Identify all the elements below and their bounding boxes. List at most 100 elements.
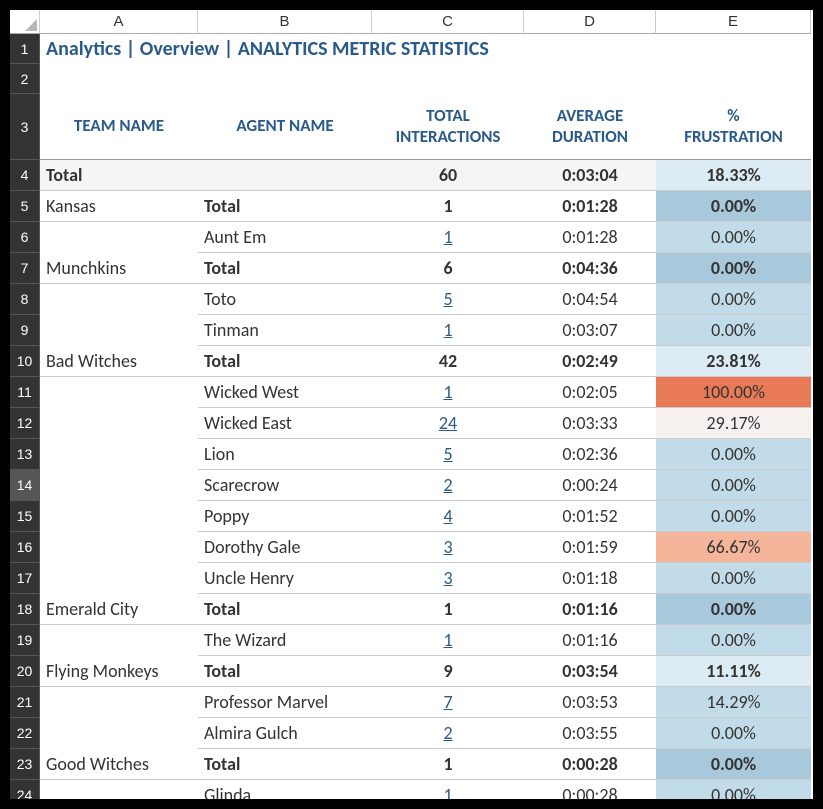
row-header-15[interactable]: 15 [10, 501, 40, 532]
cell-duration[interactable]: 0:02:05 [524, 377, 656, 408]
cell-duration[interactable]: 0:01:52 [524, 501, 656, 532]
header-frustration[interactable]: %FRUSTRATION [656, 94, 811, 160]
cell-interactions[interactable]: 42 [372, 346, 524, 377]
cell-interactions[interactable]: 24 [372, 408, 524, 439]
cell-duration[interactable]: 0:03:07 [524, 315, 656, 346]
cell-duration[interactable]: 0:01:16 [524, 594, 656, 625]
cell-frustration[interactable]: 18.33% [656, 160, 811, 191]
col-header-E[interactable]: E [656, 10, 811, 34]
col-header-C[interactable]: C [372, 10, 524, 34]
col-header-A[interactable]: A [40, 10, 198, 34]
cell-frustration[interactable]: 0.00% [656, 749, 811, 780]
row-header-21[interactable]: 21 [10, 687, 40, 718]
row-header-23[interactable]: 23 [10, 749, 40, 780]
cell-agent[interactable]: Total [198, 656, 372, 687]
cell-interactions[interactable]: 1 [372, 749, 524, 780]
cell-interactions[interactable]: 7 [372, 687, 524, 718]
interactions-link[interactable]: 1 [443, 381, 452, 403]
cell-team[interactable] [40, 687, 198, 718]
cell-team[interactable] [40, 532, 198, 563]
cell-duration[interactable]: 0:00:24 [524, 470, 656, 501]
cell-frustration[interactable]: 0.00% [656, 439, 811, 470]
row-header-4[interactable]: 4 [10, 160, 40, 191]
cell-frustration[interactable]: 14.29% [656, 687, 811, 718]
cell-frustration[interactable]: 66.67% [656, 532, 811, 563]
cell-interactions[interactable]: 5 [372, 284, 524, 315]
cell-duration[interactable]: 0:01:28 [524, 222, 656, 253]
cell-team[interactable] [40, 222, 198, 253]
cell-duration[interactable]: 0:00:28 [524, 780, 656, 799]
cell-interactions[interactable]: 4 [372, 501, 524, 532]
col-header-D[interactable]: D [524, 10, 656, 34]
row-header-5[interactable]: 5 [10, 191, 40, 222]
cell-team[interactable] [40, 315, 198, 346]
cell-frustration[interactable]: 0.00% [656, 501, 811, 532]
cell-agent[interactable]: Lion [198, 439, 372, 470]
cell-team[interactable]: Emerald City [40, 594, 198, 625]
cell-duration[interactable]: 0:03:33 [524, 408, 656, 439]
empty-cell[interactable] [372, 64, 524, 94]
cell-team[interactable] [40, 718, 198, 749]
row-header-20[interactable]: 20 [10, 656, 40, 687]
cell-duration[interactable]: 0:03:55 [524, 718, 656, 749]
interactions-link[interactable]: 7 [443, 691, 452, 713]
cell-team[interactable] [40, 377, 198, 408]
interactions-link[interactable]: 2 [443, 474, 452, 496]
row-header-8[interactable]: 8 [10, 284, 40, 315]
cell-duration[interactable]: 0:03:54 [524, 656, 656, 687]
cell-agent[interactable]: Aunt Em [198, 222, 372, 253]
row-header-10[interactable]: 10 [10, 346, 40, 377]
cell-duration[interactable]: 0:02:49 [524, 346, 656, 377]
empty-cell[interactable] [40, 64, 198, 94]
interactions-link[interactable]: 2 [443, 722, 452, 744]
cell-interactions[interactable]: 1 [372, 625, 524, 656]
cell-frustration[interactable]: 0.00% [656, 284, 811, 315]
cell-duration[interactable]: 0:01:59 [524, 532, 656, 563]
cell-interactions[interactable]: 5 [372, 439, 524, 470]
row-header-2[interactable]: 2 [10, 64, 40, 94]
cell-agent[interactable]: Toto [198, 284, 372, 315]
row-header-14[interactable]: 14 [10, 470, 40, 501]
cell-duration[interactable]: 0:01:18 [524, 563, 656, 594]
row-header-17[interactable]: 17 [10, 563, 40, 594]
cell-agent[interactable]: Dorothy Gale [198, 532, 372, 563]
row-header-9[interactable]: 9 [10, 315, 40, 346]
cell-team[interactable] [40, 408, 198, 439]
empty-cell[interactable] [656, 64, 811, 94]
cell-frustration[interactable]: 0.00% [656, 315, 811, 346]
cell-agent[interactable]: Total [198, 594, 372, 625]
cell-duration[interactable]: 0:04:36 [524, 253, 656, 284]
cell-team[interactable] [40, 439, 198, 470]
cell-team[interactable]: Bad Witches [40, 346, 198, 377]
cell-team[interactable]: Total [40, 160, 198, 191]
cell-agent[interactable]: Total [198, 253, 372, 284]
cell-interactions[interactable]: 1 [372, 222, 524, 253]
cell-agent[interactable]: Tinman [198, 315, 372, 346]
cell-interactions[interactable]: 1 [372, 315, 524, 346]
col-header-B[interactable]: B [198, 10, 372, 34]
cell-agent[interactable] [198, 160, 372, 191]
row-header-19[interactable]: 19 [10, 625, 40, 656]
cell-agent[interactable]: Scarecrow [198, 470, 372, 501]
cell-team[interactable] [40, 470, 198, 501]
cell-duration[interactable]: 0:01:28 [524, 191, 656, 222]
cell-agent[interactable]: Total [198, 191, 372, 222]
row-header-18[interactable]: 18 [10, 594, 40, 625]
cell-interactions[interactable]: 1 [372, 377, 524, 408]
row-header-11[interactable]: 11 [10, 377, 40, 408]
row-header-22[interactable]: 22 [10, 718, 40, 749]
cell-interactions[interactable]: 9 [372, 656, 524, 687]
select-all-corner[interactable] [10, 10, 40, 34]
cell-interactions[interactable]: 1 [372, 594, 524, 625]
cell-frustration[interactable]: 0.00% [656, 718, 811, 749]
cell-frustration[interactable]: 0.00% [656, 222, 811, 253]
row-header-7[interactable]: 7 [10, 253, 40, 284]
cell-team[interactable]: Kansas [40, 191, 198, 222]
interactions-link[interactable]: 5 [443, 288, 452, 310]
cell-interactions[interactable]: 2 [372, 470, 524, 501]
header-team-name[interactable]: TEAM NAME [40, 94, 198, 160]
cell-agent[interactable]: Total [198, 346, 372, 377]
cell-duration[interactable]: 0:03:53 [524, 687, 656, 718]
row-header-13[interactable]: 13 [10, 439, 40, 470]
cell-interactions[interactable]: 1 [372, 191, 524, 222]
